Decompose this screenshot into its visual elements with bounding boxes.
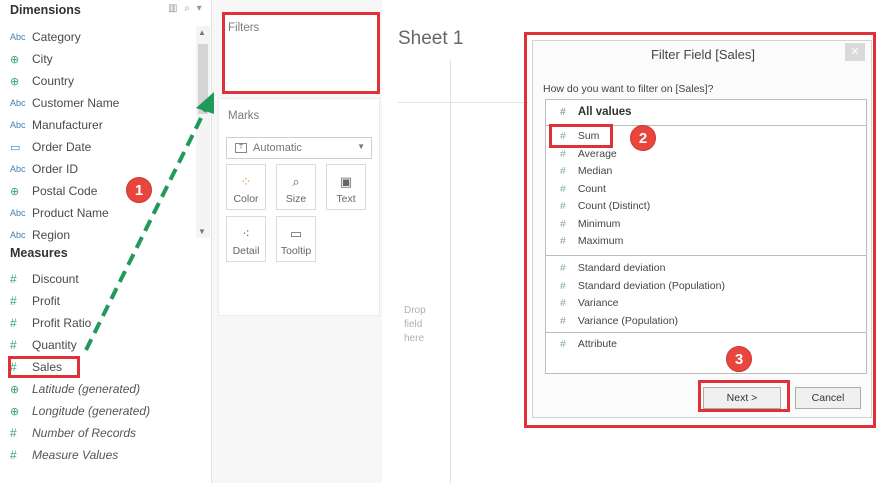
scroll-up-icon[interactable]: ▲ <box>198 28 206 37</box>
field-label: Order ID <box>32 162 79 176</box>
field-label: Customer Name <box>32 96 120 110</box>
hash-icon: # <box>10 426 17 440</box>
sheet-title: Sheet 1 <box>398 28 464 49</box>
dimensions-list: Abc Category ⊕ City ⊕ Country Abc Customer Name… <box>10 26 200 246</box>
text-button-label: Text <box>336 193 356 205</box>
globe-icon: ⊕ <box>10 75 20 88</box>
dimensions-title: Dimensions <box>10 3 81 17</box>
measures-title: Measures <box>10 246 68 260</box>
detail-button[interactable]: ⁖ Detail <box>226 216 266 262</box>
globe-icon: ⊕ <box>10 53 20 66</box>
field-label: Number of Records <box>32 426 137 440</box>
field-postal-code[interactable]: ⊕ Postal Code <box>10 180 200 202</box>
abc-icon: Abc <box>10 32 26 42</box>
size-button-label: Size <box>285 193 307 205</box>
field-measure-values[interactable]: # Measure Values <box>10 444 200 466</box>
hash-icon: # <box>10 272 17 286</box>
abc-icon: Abc <box>10 120 26 130</box>
field-label: Category <box>32 30 81 44</box>
field-label: City <box>32 52 53 66</box>
field-country[interactable]: ⊕ Country <box>10 70 200 92</box>
abc-icon: Abc <box>10 208 26 218</box>
field-label: Profit Ratio <box>32 316 92 330</box>
field-label: Region <box>32 228 71 242</box>
hash-icon: # <box>10 316 17 330</box>
marks-label: Marks <box>228 110 260 122</box>
globe-icon: ⊕ <box>10 185 20 198</box>
detail-button-label: Detail <box>232 245 260 257</box>
field-discount[interactable]: # Discount <box>10 268 200 290</box>
field-order-id[interactable]: Abc Order ID <box>10 158 200 180</box>
sheet-divider-horizontal <box>398 102 528 103</box>
abc-icon: Abc <box>10 230 26 240</box>
field-label: Manufacturer <box>32 118 103 132</box>
field-city[interactable]: ⊕ City <box>10 48 200 70</box>
detail-icon: ⁖ <box>242 226 250 241</box>
calendar-icon: ▭ <box>10 141 21 154</box>
field-label: Postal Code <box>32 184 98 198</box>
field-order-date[interactable]: ▭ Order Date <box>10 136 200 158</box>
mark-type-icon: T <box>235 143 247 153</box>
drop-hint-line: field <box>404 319 423 330</box>
field-profit-ratio[interactable]: # Profit Ratio <box>10 312 200 334</box>
field-label: Longitude (generated) <box>32 404 151 418</box>
field-manufacturer[interactable]: Abc Manufacturer <box>10 114 200 136</box>
data-pane: Dimensions ▥ ⌕ ▾ Abc Category ⊕ City ⊕ Countr… <box>0 0 212 483</box>
globe-icon: ⊕ <box>10 405 20 418</box>
field-quantity[interactable]: # Quantity <box>10 334 200 356</box>
hash-icon: # <box>10 294 17 308</box>
sales-highlight <box>8 356 80 378</box>
text-button[interactable]: ▣ Text <box>326 164 366 210</box>
size-button[interactable]: ⌕ Size <box>276 164 316 210</box>
field-label: Discount <box>32 272 79 286</box>
sum-highlight <box>549 124 613 148</box>
field-category[interactable]: Abc Category <box>10 26 200 48</box>
abc-icon: Abc <box>10 98 26 108</box>
field-number-of-records[interactable]: # Number of Records <box>10 422 200 444</box>
field-label: Latitude (generated) <box>32 382 141 396</box>
color-button-label: Color <box>233 193 259 205</box>
step-1-badge: 1 <box>126 177 152 203</box>
mark-type-value: Automatic <box>253 142 302 154</box>
dimensions-scrollbar[interactable]: ▲ ▼ <box>196 26 210 238</box>
field-label: Order Date <box>32 140 92 154</box>
field-label: Quantity <box>32 338 77 352</box>
scrollbar-thumb[interactable] <box>198 44 208 114</box>
field-label: Product Name <box>32 206 109 220</box>
field-longitude-generated[interactable]: ⊕ Longitude (generated) <box>10 400 200 422</box>
drop-field-hint[interactable]: Drop field here <box>404 304 426 346</box>
sheet-divider-vertical <box>450 60 451 483</box>
color-button[interactable]: ⁘ Color <box>226 164 266 210</box>
field-profit[interactable]: # Profit <box>10 290 200 312</box>
step-2-badge: 2 <box>630 125 656 151</box>
chevron-down-icon: ▼ <box>357 142 365 151</box>
field-customer-name[interactable]: Abc Customer Name <box>10 92 200 114</box>
globe-icon: ⊕ <box>10 383 20 396</box>
field-label: Country <box>32 74 75 88</box>
filters-highlight <box>222 12 380 94</box>
drop-hint-line: Drop <box>404 305 426 316</box>
field-latitude-generated[interactable]: ⊕ Latitude (generated) <box>10 378 200 400</box>
field-label: Profit <box>32 294 61 308</box>
tooltip-button[interactable]: ▭ Tooltip <box>276 216 316 262</box>
tooltip-button-label: Tooltip <box>280 245 312 257</box>
hash-icon: # <box>10 448 17 462</box>
drop-hint-line: here <box>404 333 425 344</box>
field-product-name[interactable]: Abc Product Name <box>10 202 200 224</box>
tooltip-icon: ▭ <box>289 226 303 241</box>
step-3-badge: 3 <box>726 346 752 372</box>
text-icon: ▣ <box>339 174 353 189</box>
dialog-highlight <box>524 32 876 428</box>
abc-icon: Abc <box>10 164 26 174</box>
scroll-down-icon[interactable]: ▼ <box>198 227 206 236</box>
mark-type-dropdown[interactable]: T Automatic ▼ <box>226 137 372 159</box>
hash-icon: # <box>10 338 17 352</box>
dimensions-tools-icon[interactable]: ▥ ⌕ ▾ <box>168 3 204 14</box>
field-label: Measure Values <box>32 448 119 462</box>
color-dots-icon: ⁘ <box>240 174 252 189</box>
next-highlight <box>698 380 790 412</box>
dimensions-header: Dimensions ▥ ⌕ ▾ <box>10 3 210 21</box>
size-icon: ⌕ <box>292 174 300 189</box>
field-region[interactable]: Abc Region <box>10 224 200 246</box>
